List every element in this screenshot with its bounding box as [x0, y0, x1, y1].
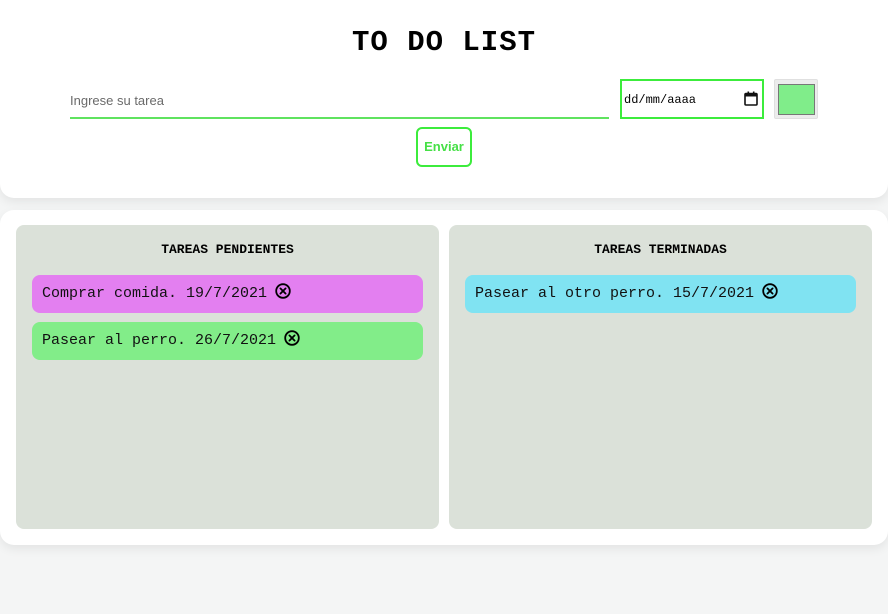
task-item: Pasear al otro perro. 15/7/2021 — [465, 275, 856, 313]
close-circle-icon[interactable] — [284, 330, 300, 346]
send-button[interactable]: Enviar — [416, 127, 472, 167]
pending-column-title: TAREAS PENDIENTES — [161, 242, 294, 257]
task-item: Comprar comida. 19/7/2021 — [32, 275, 423, 313]
page-title: TO DO LIST — [351, 26, 537, 59]
pending-column: TAREAS PENDIENTES Comprar comida. 19/7/2… — [16, 225, 439, 529]
task-item: Pasear al perro. 26/7/2021 — [32, 322, 423, 360]
date-input[interactable]: dd/mm/aaaa — [620, 79, 764, 119]
header-card: TO DO LIST dd/mm/aaaa Enviar — [0, 0, 888, 198]
task-text: Pasear al otro perro. 15/7/2021 — [475, 285, 755, 302]
task-text: Pasear al perro. 26/7/2021 — [42, 332, 277, 349]
done-column-title: TAREAS TERMINADAS — [594, 242, 727, 257]
color-swatch — [778, 84, 815, 115]
date-placeholder: dd/mm/aaaa — [624, 93, 697, 107]
task-input[interactable] — [70, 84, 609, 119]
board-card: TAREAS PENDIENTES Comprar comida. 19/7/2… — [0, 210, 888, 545]
calendar-icon[interactable] — [744, 91, 758, 106]
close-circle-icon[interactable] — [275, 283, 291, 299]
close-circle-icon[interactable] — [762, 283, 778, 299]
color-picker[interactable] — [774, 79, 818, 119]
task-text: Comprar comida. 19/7/2021 — [42, 285, 268, 302]
done-column: TAREAS TERMINADAS Pasear al otro perro. … — [449, 225, 872, 529]
